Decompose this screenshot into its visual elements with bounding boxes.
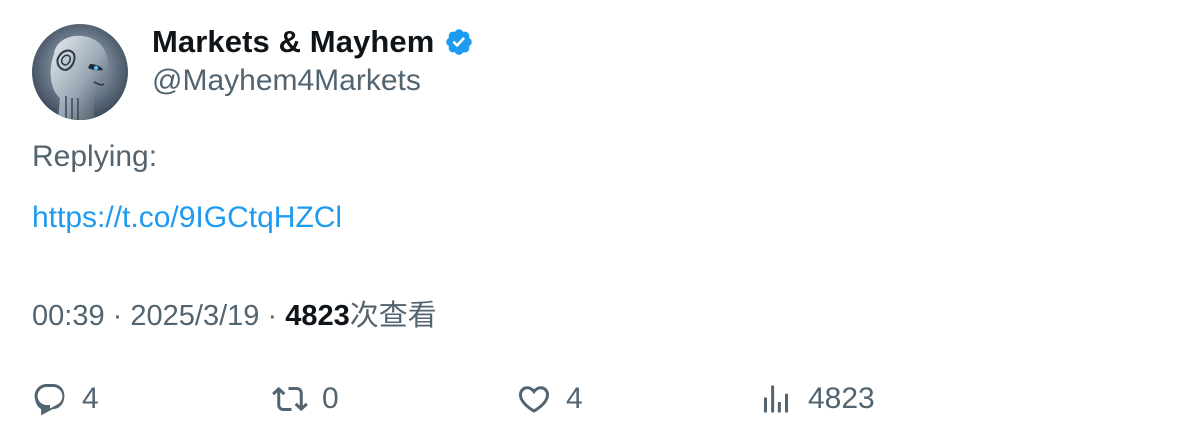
author-display-name[interactable]: Markets & Mayhem (152, 24, 434, 60)
views-action-count: 4823 (808, 382, 875, 415)
reply-button[interactable]: 4 (32, 376, 99, 422)
tweet-link[interactable]: https://t.co/9IGCtqHZCl (32, 201, 342, 235)
tweet-meta: 00:39 · 2025/3/19 · 4823次查看 (32, 292, 437, 334)
reply-count: 4 (82, 382, 99, 415)
reply-icon (34, 384, 65, 416)
verified-badge-icon (444, 27, 474, 57)
like-button[interactable]: 4 (516, 376, 583, 422)
tweet-time[interactable]: 00:39 (32, 300, 105, 332)
tweet-text: Replying: (32, 140, 158, 173)
retweet-icon (272, 386, 308, 412)
avatar[interactable] (32, 24, 128, 120)
meta-separator: · (267, 300, 278, 332)
tweet-card: Markets & Mayhem @Mayhem4Markets Replyin… (0, 0, 1196, 444)
robot-avatar-icon (32, 24, 128, 120)
action-bar: 4 0 4 4823 (0, 376, 1196, 422)
tweet-date[interactable]: 2025/3/19 (130, 300, 259, 332)
views-icon (764, 385, 788, 413)
author-name-row: Markets & Mayhem (152, 22, 474, 62)
author-handle[interactable]: @Mayhem4Markets (152, 64, 421, 98)
views-count: 4823 (285, 300, 350, 332)
heart-icon (518, 386, 550, 413)
retweet-count: 0 (322, 382, 339, 415)
like-count: 4 (566, 382, 583, 415)
retweet-button[interactable]: 0 (272, 376, 339, 422)
meta-separator: · (112, 300, 123, 332)
views-label: 次查看 (349, 300, 437, 332)
views-button[interactable]: 4823 (758, 376, 875, 422)
